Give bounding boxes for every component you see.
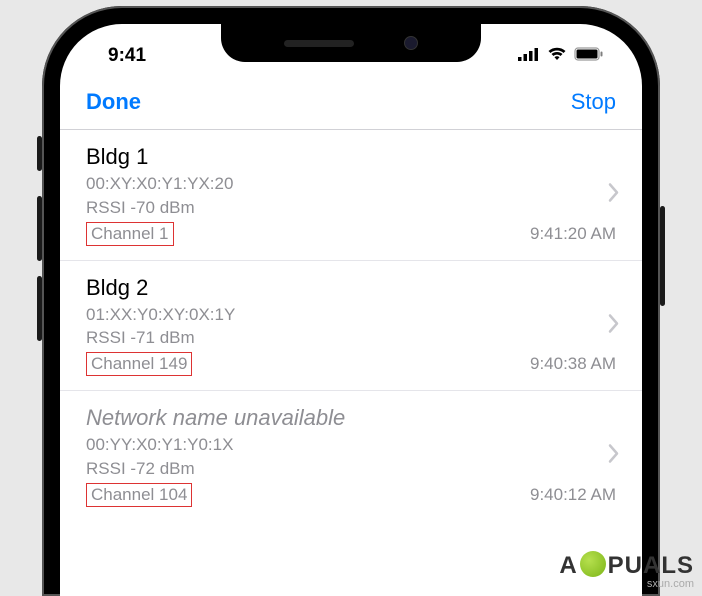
network-bssid: 00:YY:X0:Y1:Y0:1X [86, 433, 616, 457]
watermark-dot-icon [580, 551, 606, 577]
chevron-right-icon [608, 444, 620, 469]
network-rssi: RSSI -71 dBm [86, 326, 616, 350]
status-indicators [518, 47, 604, 66]
side-button-silent [37, 136, 42, 171]
network-bssid: 01:XX:Y0:XY:0X:1Y [86, 303, 616, 327]
nav-bar: Done Stop [60, 74, 642, 130]
network-row[interactable]: Bldg 2 01:XX:Y0:XY:0X:1Y RSSI -71 dBm Ch… [60, 261, 642, 392]
network-rssi: RSSI -72 dBm [86, 457, 616, 481]
screen: 9:41 Done Stop Bldg 1 00:XY:X0:Y1:YX:20 [60, 24, 642, 596]
network-list: Bldg 1 00:XY:X0:Y1:YX:20 RSSI -70 dBm Ch… [60, 130, 642, 521]
network-channel: Channel 104 [86, 483, 192, 507]
wifi-icon [547, 47, 567, 66]
network-time: 9:41:20 AM [530, 224, 616, 244]
front-camera [404, 36, 418, 50]
network-rssi: RSSI -70 dBm [86, 196, 616, 220]
watermark-text-pre: A [559, 552, 577, 580]
watermark-logo: A PUALS [559, 552, 694, 580]
notch [221, 24, 481, 62]
chevron-right-icon [608, 182, 620, 207]
network-row[interactable]: Bldg 1 00:XY:X0:Y1:YX:20 RSSI -70 dBm Ch… [60, 130, 642, 261]
network-name-unavailable: Network name unavailable [86, 405, 616, 431]
phone-frame: 9:41 Done Stop Bldg 1 00:XY:X0:Y1:YX:20 [42, 6, 660, 596]
watermark-subtext: sxun.com [647, 578, 694, 590]
network-name: Bldg 2 [86, 275, 616, 301]
network-time: 9:40:38 AM [530, 354, 616, 374]
network-time: 9:40:12 AM [530, 485, 616, 505]
battery-icon [574, 47, 604, 66]
cellular-icon [518, 47, 540, 66]
stop-button[interactable]: Stop [571, 89, 616, 115]
network-name: Bldg 1 [86, 144, 616, 170]
side-button-volume-up [37, 196, 42, 261]
side-button-volume-down [37, 276, 42, 341]
watermark: A PUALS sxun.com [559, 552, 694, 590]
watermark-text-post: PUALS [608, 552, 694, 580]
done-button[interactable]: Done [86, 89, 141, 115]
status-time: 9:41 [108, 45, 146, 67]
network-channel: Channel 149 [86, 352, 192, 376]
network-channel: Channel 1 [86, 222, 174, 246]
network-bssid: 00:XY:X0:Y1:YX:20 [86, 172, 616, 196]
chevron-right-icon [608, 313, 620, 338]
side-button-power [660, 206, 665, 306]
network-row[interactable]: Network name unavailable 00:YY:X0:Y1:Y0:… [60, 391, 642, 521]
speaker-grille [284, 40, 354, 47]
